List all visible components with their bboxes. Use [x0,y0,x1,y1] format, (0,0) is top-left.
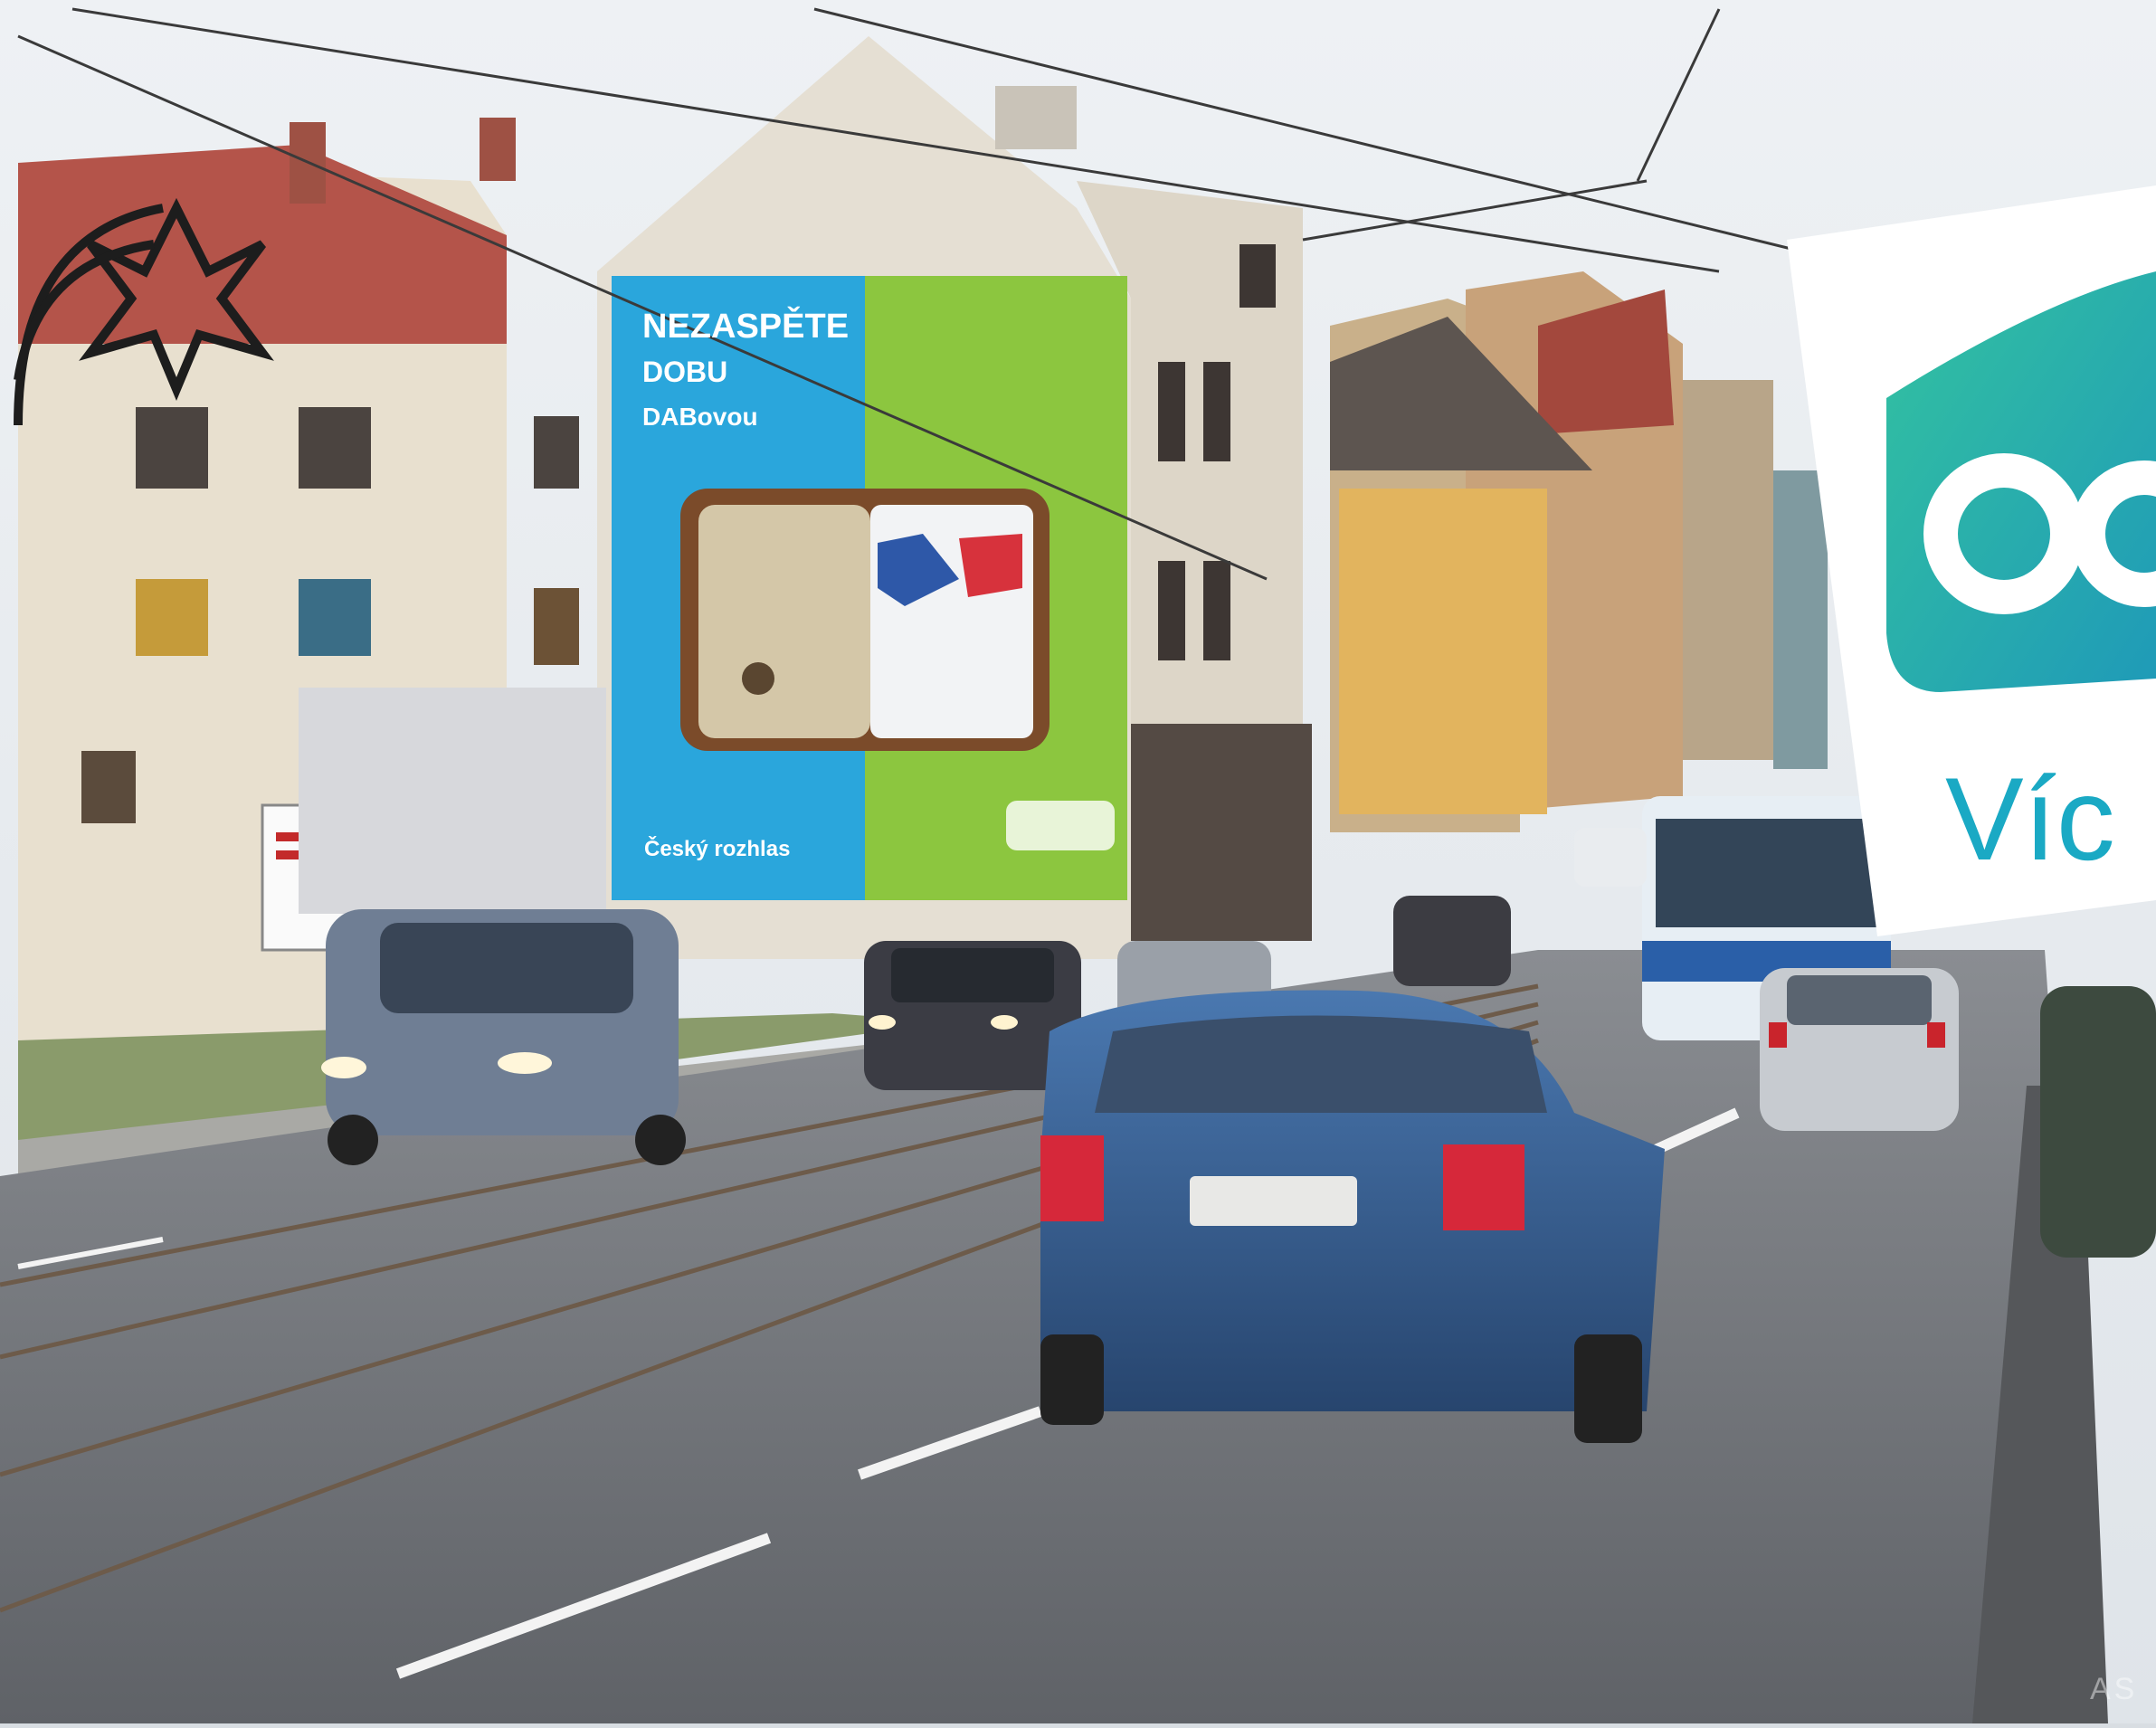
car-dark [1393,896,1511,986]
car-silver-right [1760,968,1959,1131]
street-scene: NEZASPĚTE DOBU DABovou Český rozhlas Víc… [0,0,2156,1723]
logo-tagline: Víc [1945,753,2115,885]
billboard-brand: Český rozhlas [644,837,791,861]
car-parked-right [2040,986,2156,1258]
car-white [1574,828,1647,887]
shed [299,688,606,914]
watermark: AS [2090,1672,2139,1706]
car-van [321,909,686,1165]
billboard-headline-line3: DABovou [642,403,758,431]
billboard-headline-line1: NEZASPĚTE [642,308,850,346]
billboard-headline-line2: DOBU [642,356,728,388]
